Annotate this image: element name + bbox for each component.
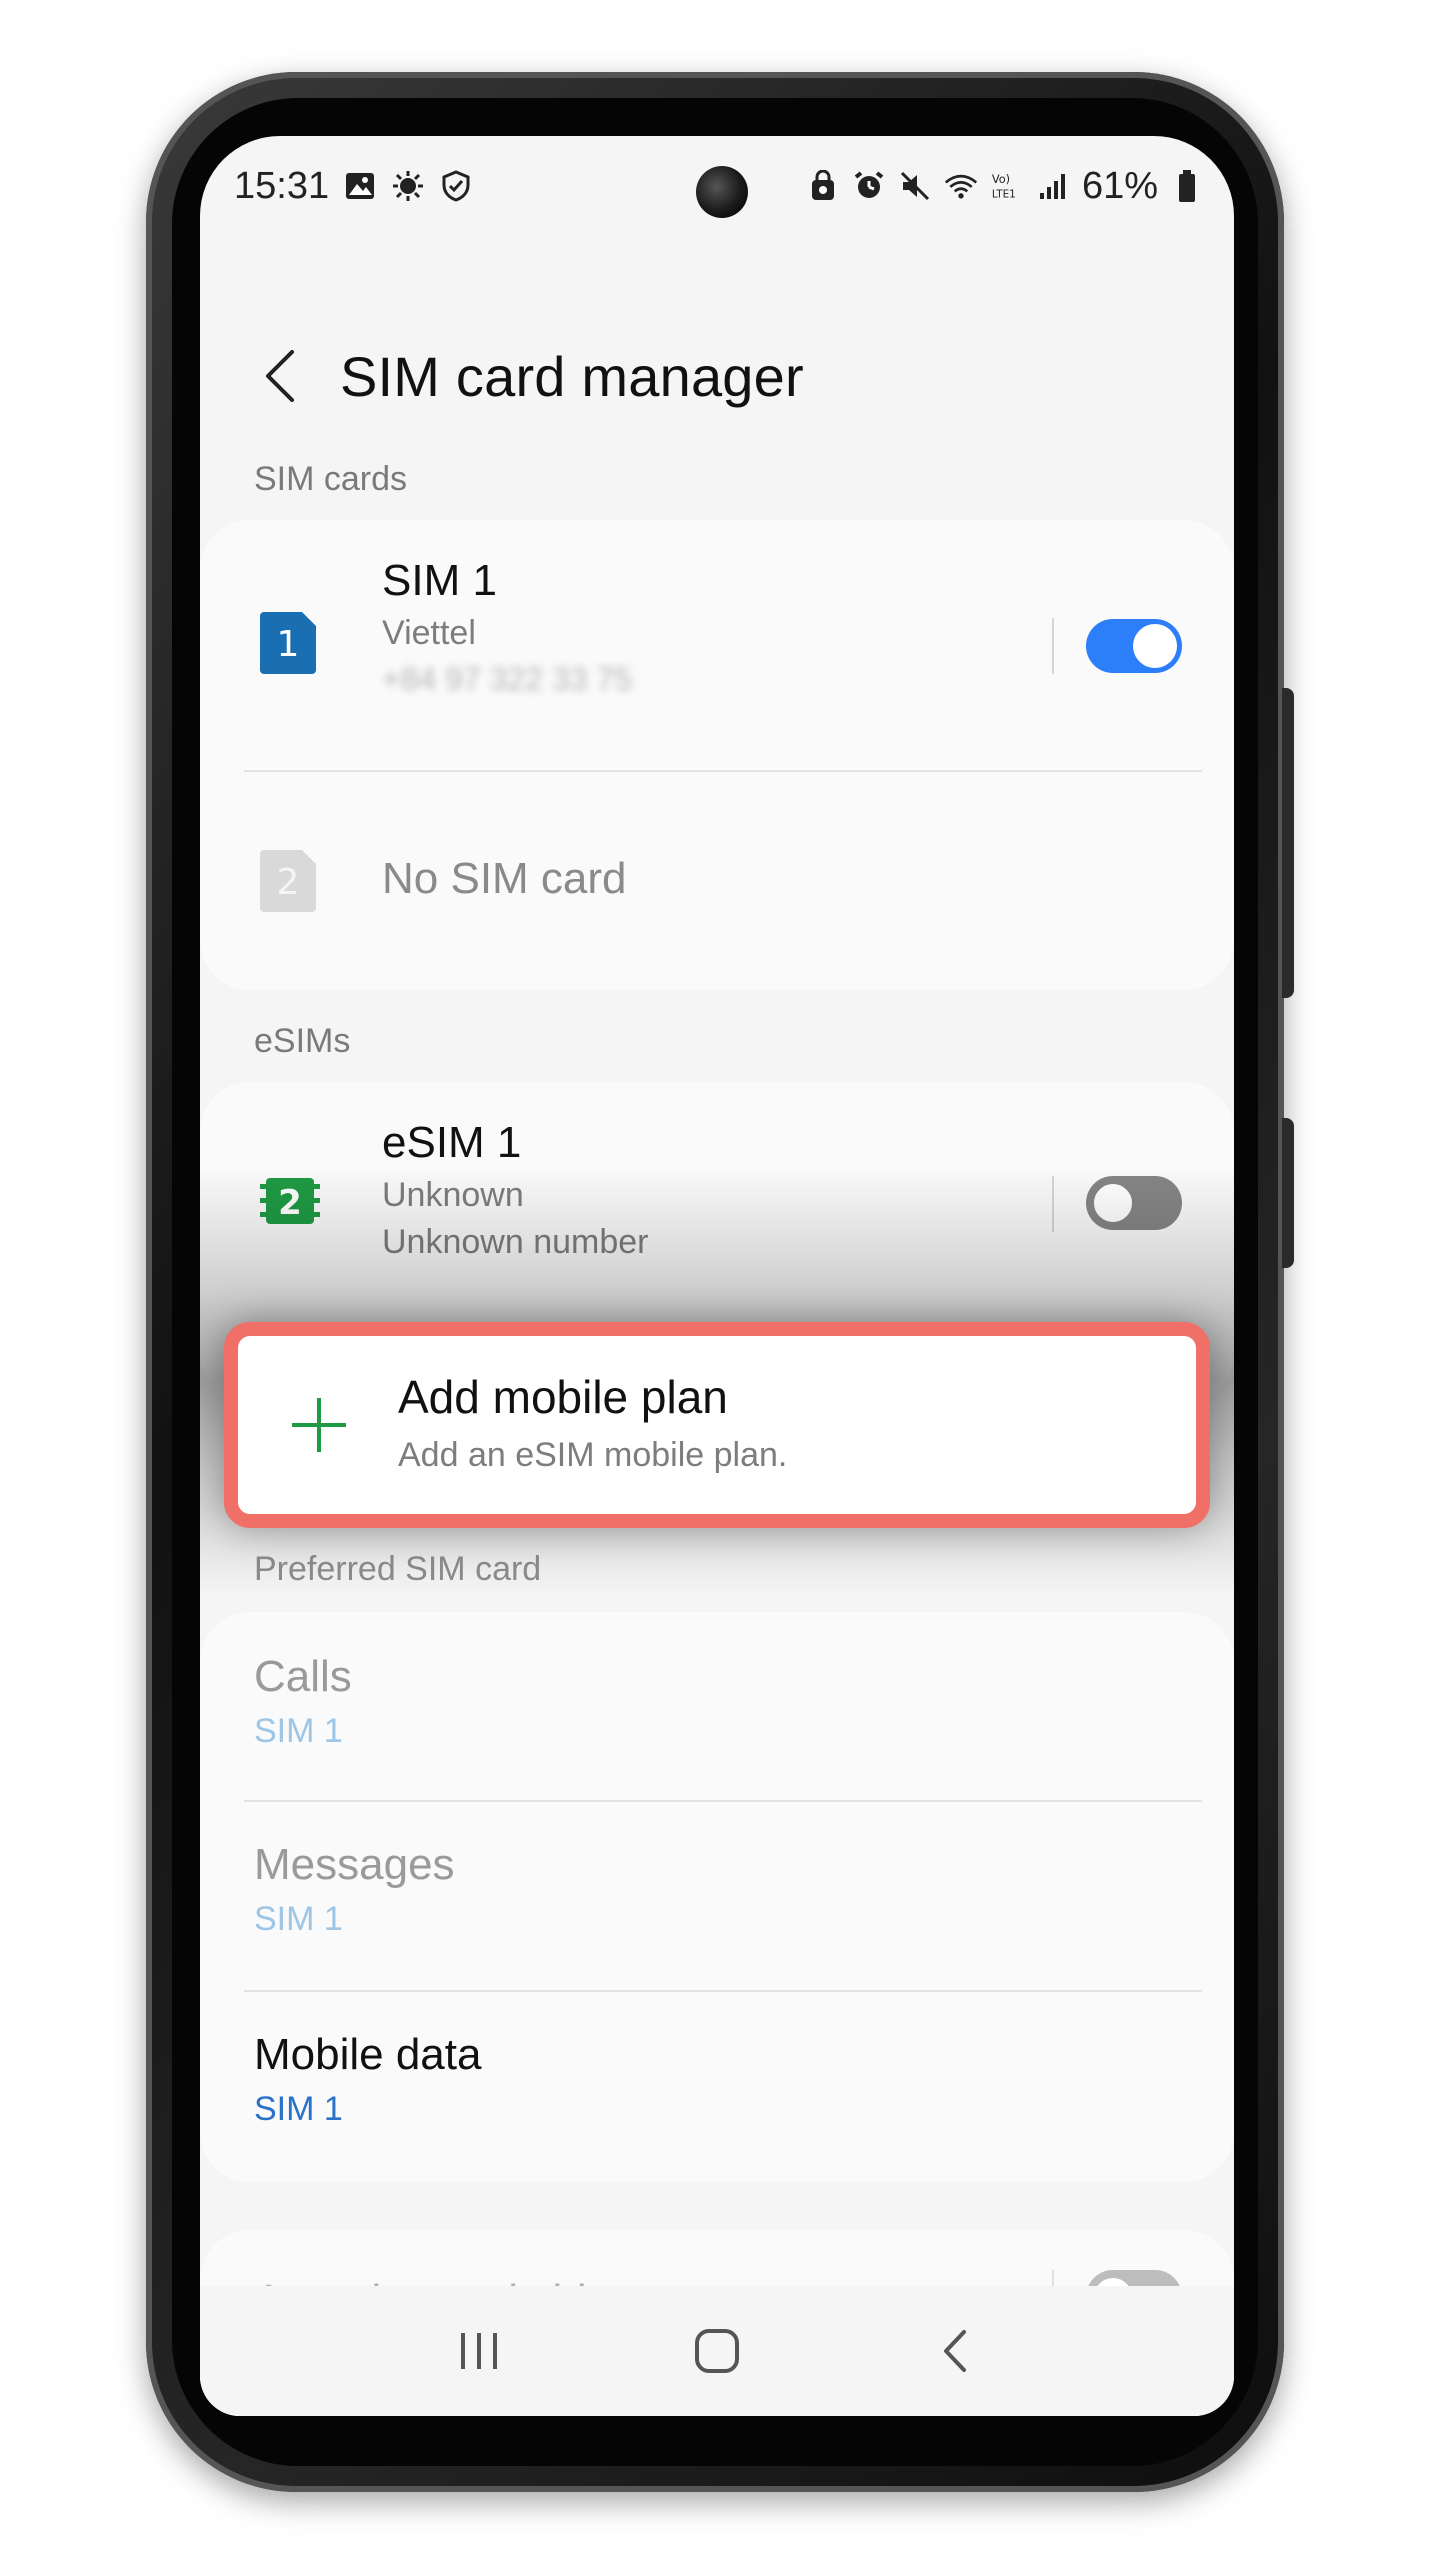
sim1-badge-icon: 1: [260, 612, 316, 674]
battery-percentage: 61%: [1081, 164, 1158, 207]
sim1-carrier: Viettel: [382, 614, 476, 652]
toggle-knob: [1091, 1181, 1135, 1225]
wifi-icon: [944, 169, 978, 203]
preferred-calls-row[interactable]: Calls SIM 1: [200, 1612, 1234, 1800]
esim1-badge-number: 2: [278, 1183, 302, 1223]
calls-value: SIM 1: [254, 1712, 343, 1750]
volume-button: [1282, 1118, 1294, 1268]
back-nav-icon[interactable]: [920, 2316, 990, 2386]
sim1-toggle[interactable]: [1086, 619, 1182, 673]
messages-value: SIM 1: [254, 1900, 343, 1938]
front-camera: [696, 166, 748, 218]
toggle-knob: [1133, 624, 1177, 668]
mobile-data-label: Mobile data: [254, 2030, 482, 2079]
preferred-mobile-data-row[interactable]: Mobile data SIM 1: [200, 1992, 1234, 2182]
page-title: SIM card manager: [340, 344, 804, 408]
recent-apps-icon[interactable]: [444, 2316, 514, 2386]
mobile-data-value: SIM 1: [254, 2090, 343, 2128]
esim1-row[interactable]: 2 eSIM 1 Unknown Unknown number: [200, 1082, 1234, 1322]
esim1-chip-icon: 2: [260, 1178, 320, 1224]
sim2-row[interactable]: 2 No SIM card: [200, 772, 1234, 990]
recycle-lock-icon: [806, 169, 840, 203]
svg-text:Vo): Vo): [992, 172, 1010, 186]
battery-icon: [1170, 169, 1204, 203]
calls-label: Calls: [254, 1652, 352, 1701]
signal-icon: [1036, 169, 1070, 203]
alarm-icon: [852, 169, 886, 203]
preferred-messages-row[interactable]: Messages SIM 1: [200, 1802, 1234, 1990]
svg-text:LTE1: LTE1: [992, 188, 1016, 200]
messages-label: Messages: [254, 1840, 455, 1889]
esim1-toggle[interactable]: [1086, 1176, 1182, 1230]
section-label-esims: eSIMs: [254, 1022, 351, 1060]
navigation-bar: [200, 2286, 1234, 2416]
brightness-icon: [391, 169, 425, 203]
sim2-status: No SIM card: [382, 854, 627, 903]
preferred-card: Calls SIM 1 Messages SIM 1 Mobile data S…: [200, 1612, 1234, 2182]
plus-icon: [292, 1398, 346, 1452]
esim1-carrier: Unknown: [382, 1176, 524, 1214]
power-button: [1282, 688, 1294, 998]
sim2-badge-icon: 2: [260, 850, 316, 912]
add-mobile-plan-button[interactable]: Add mobile plan Add an eSIM mobile plan.: [224, 1322, 1210, 1528]
toggle-separator: [1052, 1176, 1054, 1232]
app-header: SIM card manager: [200, 306, 1234, 446]
gallery-icon: [343, 169, 377, 203]
esim1-number: Unknown number: [382, 1223, 649, 1261]
status-time: 15:31: [234, 164, 330, 207]
home-icon[interactable]: [682, 2316, 752, 2386]
esim1-name: eSIM 1: [382, 1118, 522, 1167]
section-label-preferred: Preferred SIM card: [254, 1550, 542, 1588]
sim1-name: SIM 1: [382, 556, 497, 605]
sim2-badge-number: 2: [277, 862, 300, 903]
sim1-row[interactable]: 1 SIM 1 Viettel +84 97 322 33 75: [200, 520, 1234, 770]
sim1-badge-number: 1: [277, 624, 300, 665]
screen: 15:31 Vo) LTE1 61% SIM card manager SIM …: [200, 136, 1234, 2416]
section-label-sim-cards: SIM cards: [254, 460, 408, 498]
back-arrow-icon[interactable]: [250, 346, 310, 406]
add-mobile-plan-subtitle: Add an eSIM mobile plan.: [398, 1436, 788, 1474]
volte-icon: Vo) LTE1: [990, 169, 1024, 203]
shield-check-icon: [439, 169, 473, 203]
sim-cards-card: 1 SIM 1 Viettel +84 97 322 33 75 2 No SI…: [200, 520, 1234, 990]
sim1-number: +84 97 322 33 75: [382, 661, 633, 697]
add-mobile-plan-title: Add mobile plan: [398, 1371, 728, 1423]
toggle-separator: [1052, 618, 1054, 674]
mute-icon: [898, 169, 932, 203]
